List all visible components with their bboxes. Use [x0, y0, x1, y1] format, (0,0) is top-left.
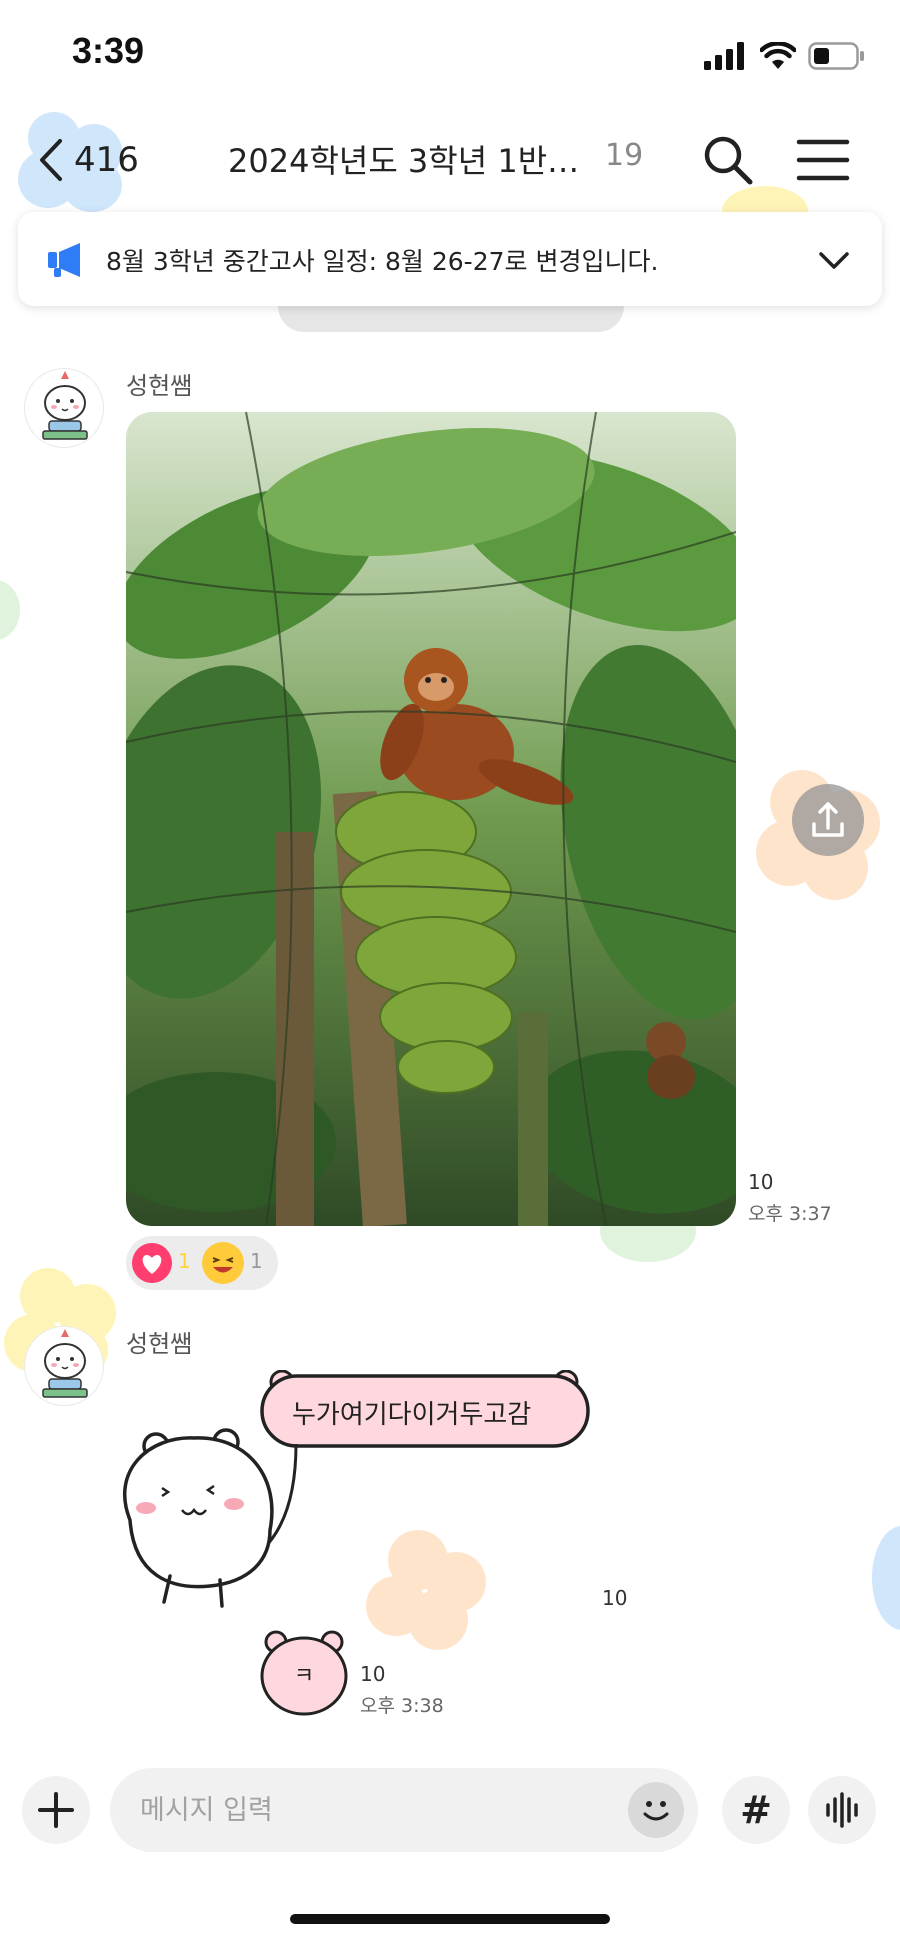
back-chevron-icon [40, 139, 62, 181]
message-input[interactable] [140, 1790, 620, 1830]
chat-title[interactable]: 2024학년도 3학년 1반… [228, 136, 579, 182]
search-button[interactable] [700, 132, 756, 188]
emoji-button[interactable] [628, 1782, 684, 1838]
hamster-avatar-image [42, 1329, 88, 1398]
voice-button[interactable] [808, 1776, 876, 1844]
unread-count: 10 [360, 1662, 386, 1686]
chat-header: 416 2024학년도 3학년 1반… 19 [0, 110, 900, 210]
unread-count: 10 [748, 1170, 774, 1194]
decor-blue-blob-right [872, 1526, 900, 1630]
message-time: 오후 3:37 [748, 1203, 832, 1225]
voice-icon [826, 1792, 858, 1828]
notice-text: 8월 3학년 중간고사 일정: 8월 26-27로 변경입니다. [106, 247, 659, 276]
banana-plant-photo [126, 412, 736, 1226]
hash-button[interactable]: # [722, 1776, 790, 1844]
speech-bubble-text: 누가여기다이거두고감 [292, 1400, 532, 1430]
search-icon [704, 136, 753, 185]
laughing-face-icon[interactable] [202, 1242, 244, 1284]
back-button[interactable]: 416 [38, 132, 139, 188]
status-bar: 3:39 [0, 0, 900, 110]
avatar[interactable] [24, 368, 104, 448]
sticker-glyph: ㅋ [293, 1664, 315, 1689]
notice-banner[interactable]: 8월 3학년 중간고사 일정: 8월 26-27로 변경입니다. [18, 212, 882, 306]
unread-chats-count: 416 [74, 140, 139, 180]
attach-button[interactable] [22, 1776, 90, 1844]
plus-icon [38, 1792, 74, 1828]
photo-message[interactable] [126, 412, 736, 1226]
reactions-bar[interactable]: 1 1 [126, 1236, 278, 1290]
home-indicator [290, 1914, 610, 1924]
heart-reaction-count: 1 [178, 1249, 191, 1273]
emoji-icon [643, 1801, 669, 1821]
menu-button[interactable] [796, 134, 850, 186]
input-bar: # [0, 1760, 900, 1860]
heart-reaction[interactable] [132, 1243, 172, 1283]
battery-icon [808, 42, 864, 70]
wifi-icon [760, 42, 796, 69]
avatar[interactable] [24, 1326, 104, 1406]
message-field[interactable] [110, 1768, 698, 1852]
share-icon [812, 802, 844, 837]
status-time: 3:39 [72, 30, 145, 71]
member-count: 19 [605, 138, 644, 173]
face-reaction-count: 1 [250, 1249, 263, 1273]
menu-icon [796, 139, 850, 181]
megaphone-icon [48, 243, 80, 277]
small-emoticon-message[interactable]: ㅋ [258, 1628, 350, 1716]
sender-name: 성현쌤 [126, 1330, 193, 1358]
status-icons [704, 38, 866, 74]
sender-name: 성현쌤 [126, 372, 193, 400]
heart-icon [142, 1255, 162, 1274]
decor-green-blob-left [0, 580, 20, 640]
unread-count: 10 [602, 1586, 628, 1610]
cellular-signal-icon [704, 42, 744, 70]
message-time: 오후 3:38 [360, 1695, 444, 1717]
hamster-avatar-image [42, 371, 88, 440]
share-button[interactable] [792, 784, 864, 856]
hash-icon: # [740, 1788, 772, 1832]
chevron-down-icon[interactable] [816, 242, 852, 278]
